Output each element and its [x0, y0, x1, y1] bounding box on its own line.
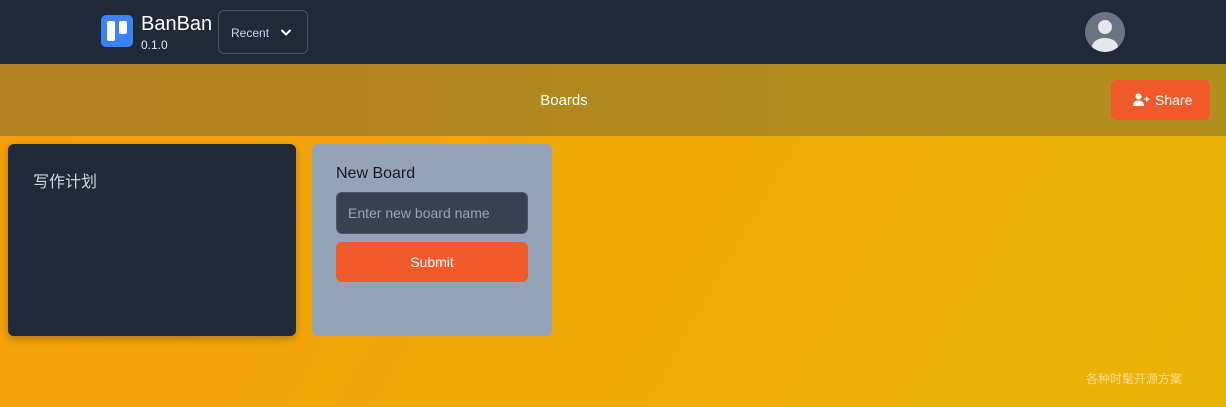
watermark-text: 各种时髦开源方案 — [1086, 372, 1183, 386]
app-version: 0.1.0 — [141, 38, 168, 52]
recent-dropdown[interactable]: Recent — [218, 10, 308, 54]
app-name[interactable]: BanBan — [141, 12, 212, 36]
boards-header-bar: Boards — [0, 64, 1226, 136]
kanban-board-icon[interactable] — [101, 15, 133, 47]
board-title: 写作计划 — [33, 174, 98, 191]
top-navbar: BanBan 0.1.0 Recent — [0, 0, 1226, 64]
user-plus-icon — [1133, 93, 1149, 106]
chevron-down-icon — [281, 29, 291, 36]
board-name-input[interactable] — [336, 192, 528, 234]
submit-button[interactable]: Submit — [336, 242, 528, 282]
new-board-title: New Board — [336, 165, 416, 182]
share-button-label: Share — [1155, 92, 1193, 108]
recent-dropdown-label: Recent — [231, 26, 270, 40]
page-title: Boards — [540, 92, 588, 109]
new-board-form: New Board Submit — [312, 144, 552, 336]
board-card[interactable]: 写作计划 — [8, 144, 296, 336]
user-avatar-icon[interactable] — [1085, 12, 1125, 52]
share-button[interactable]: Share — [1111, 80, 1210, 120]
